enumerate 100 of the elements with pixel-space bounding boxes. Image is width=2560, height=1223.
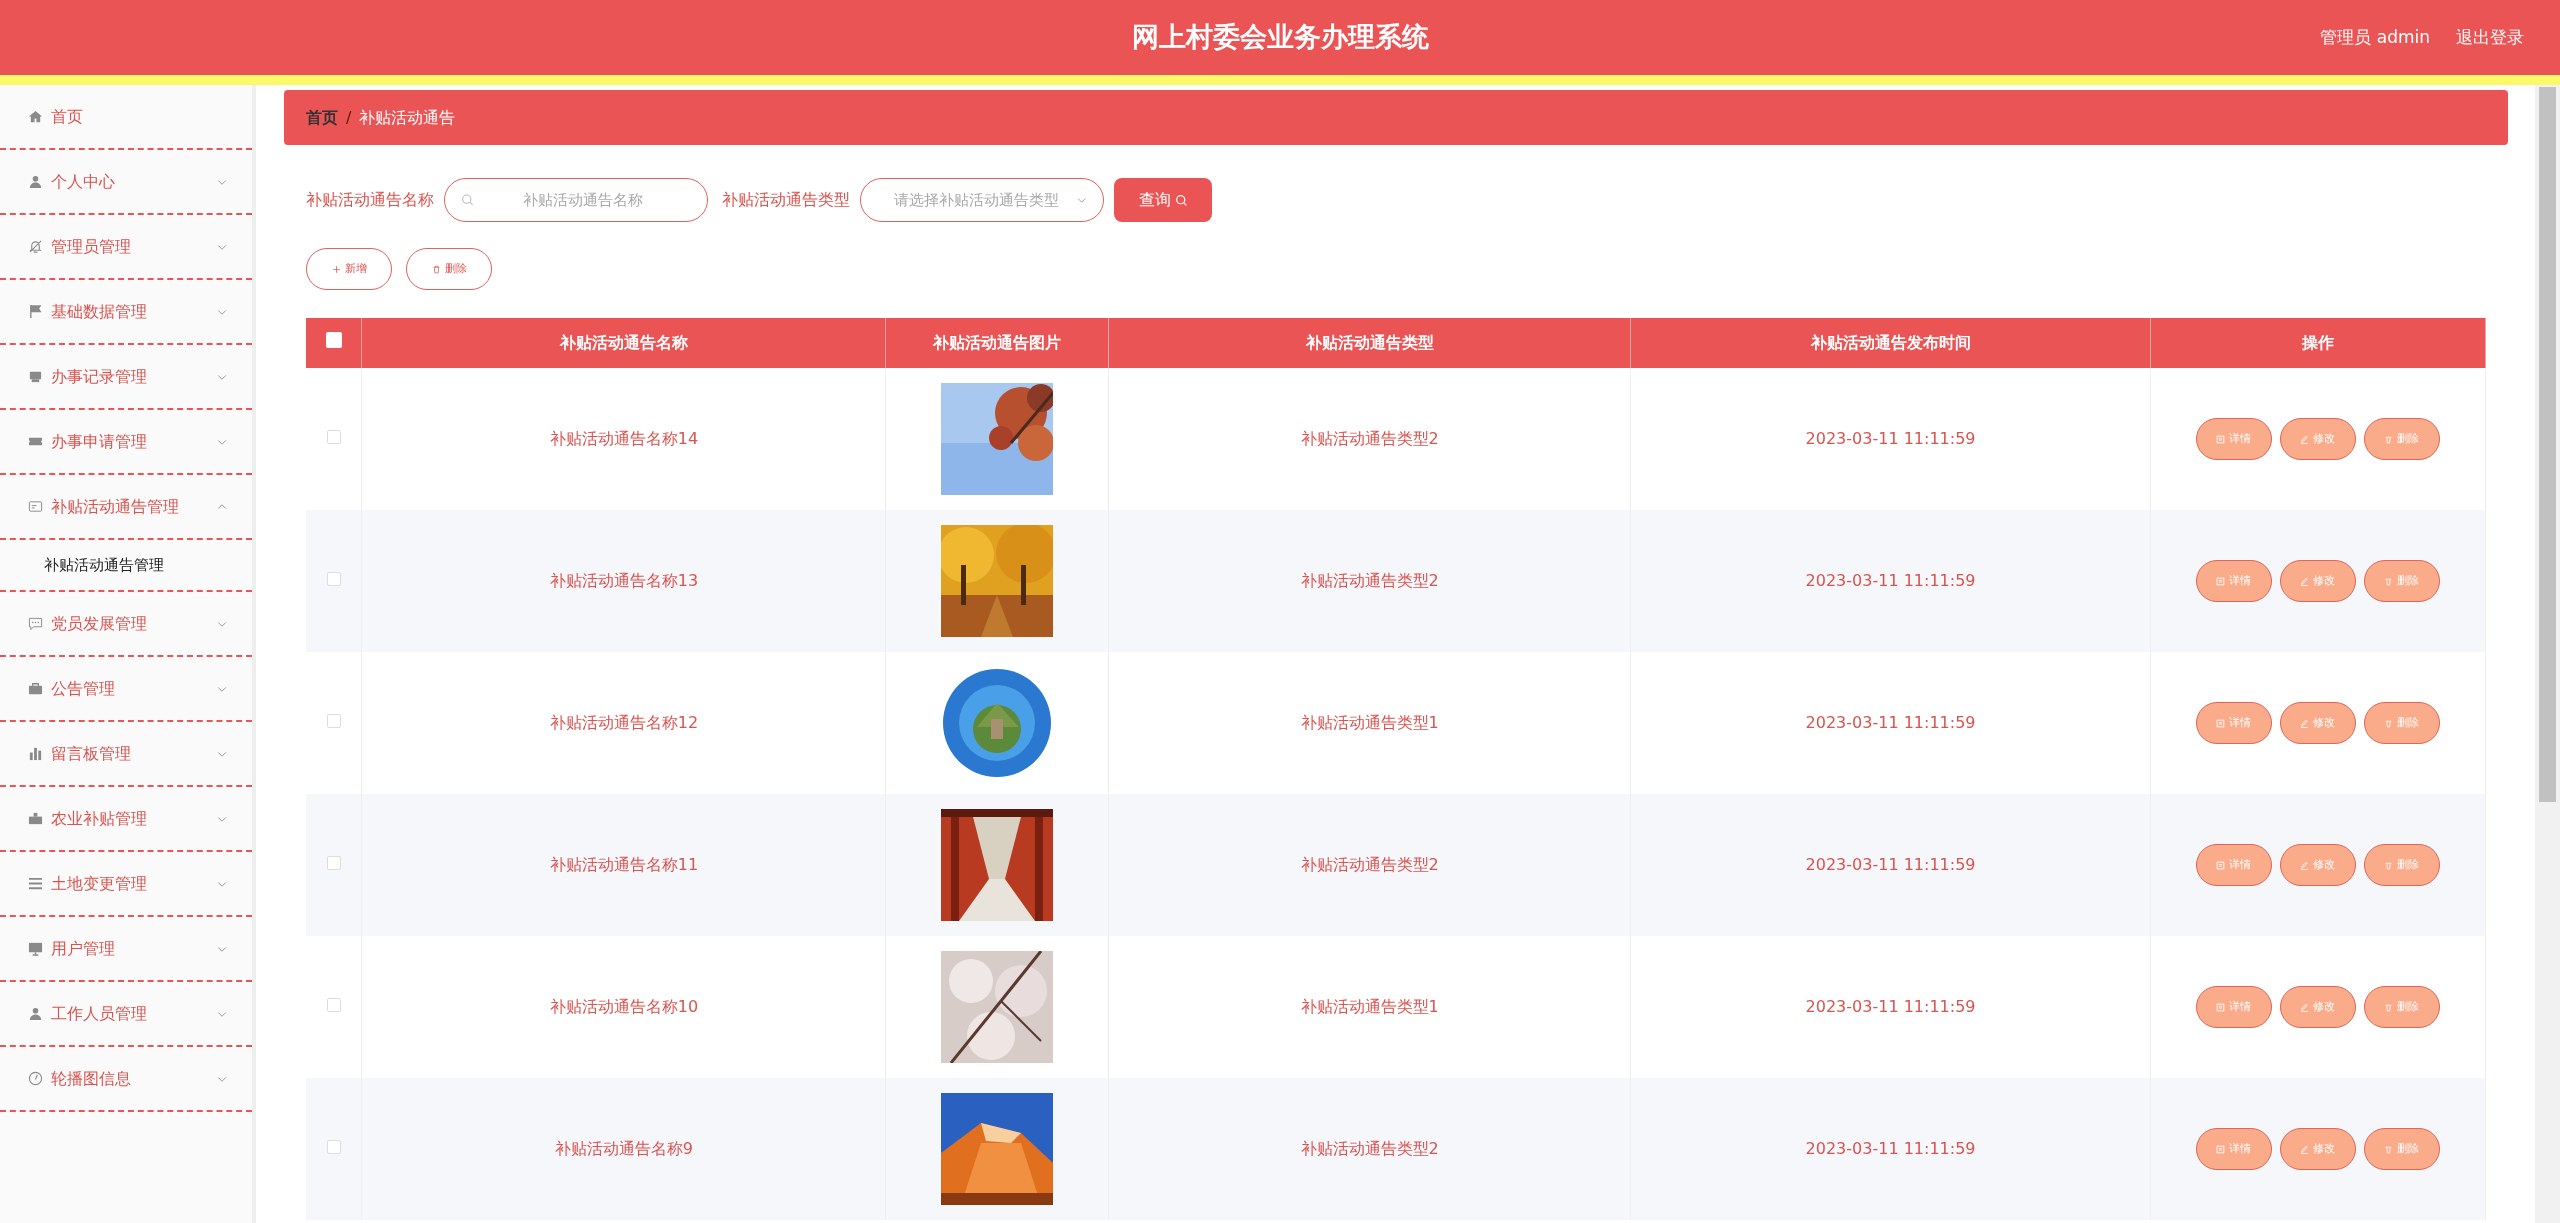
row-checkbox[interactable] <box>326 572 341 586</box>
row-checkbox[interactable] <box>326 856 341 870</box>
monitor-icon <box>28 941 43 956</box>
edit-button[interactable]: 修改 <box>2280 844 2356 886</box>
row-checkbox[interactable] <box>326 1140 341 1154</box>
sidebar-item[interactable]: 用户管理 <box>0 917 252 982</box>
document-icon <box>2216 434 2226 444</box>
sidebar-item[interactable]: 补贴活动通告管理 <box>0 475 252 540</box>
home-icon <box>28 109 43 124</box>
row-checkbox[interactable] <box>326 430 341 444</box>
person-icon <box>28 174 43 189</box>
pencil-icon <box>2300 860 2310 870</box>
gauge-icon <box>28 1071 43 1086</box>
card-icon <box>28 499 43 514</box>
table-cell: 2023-03-11 11:11:59 <box>1805 1139 1976 1158</box>
document-icon <box>2216 1002 2226 1012</box>
sidebar-item-label: 用户管理 <box>51 937 116 960</box>
trash-icon <box>2384 1002 2394 1012</box>
table-cell: 2023-03-11 11:11:59 <box>1805 855 1976 874</box>
query-button[interactable]: 查询 <box>1114 178 1212 222</box>
breadcrumb-link[interactable]: 首页 <box>306 105 338 130</box>
pencil-icon <box>2300 1002 2310 1012</box>
sidebar-item[interactable]: 土地变更管理 <box>0 852 252 917</box>
sidebar-item-label: 首页 <box>51 105 84 128</box>
table-cell: 补贴活动通告名称10 <box>549 997 699 1016</box>
column-header: 操作 <box>2302 333 2334 352</box>
logout-link[interactable]: 退出登录 <box>2456 24 2524 51</box>
delete-button[interactable]: 删除 <box>2364 1128 2440 1170</box>
scrollbar[interactable] <box>2535 85 2560 1223</box>
user-label: 管理员 admin <box>2320 25 2430 49</box>
row-checkbox[interactable] <box>326 998 341 1012</box>
edit-button[interactable]: 修改 <box>2280 986 2356 1028</box>
sidebar-item-label: 办事申请管理 <box>51 430 148 453</box>
search-label: 补贴活动通告类型 <box>722 189 850 211</box>
details-button[interactable]: 详情 <box>2196 560 2272 602</box>
trash-icon <box>431 264 441 274</box>
sidebar-item-label: 基础数据管理 <box>51 300 148 323</box>
search-input[interactable]: 补贴活动通告名称 <box>474 187 691 213</box>
sidebar-item[interactable]: 管理员管理 <box>0 215 252 280</box>
sidebar-item[interactable]: 公告管理 <box>0 657 252 722</box>
pencil-icon <box>2300 576 2310 586</box>
edit-button[interactable]: 修改 <box>2280 560 2356 602</box>
table-cell: 补贴活动通告类型1 <box>1300 713 1439 732</box>
edit-button[interactable]: 修改 <box>2280 702 2356 744</box>
delete-button[interactable]: 删除 <box>2364 844 2440 886</box>
delete-button[interactable]: 删除 <box>2364 560 2440 602</box>
edit-button[interactable]: 修改 <box>2280 418 2356 460</box>
type-select[interactable]: 请选择补贴活动通告类型 <box>860 178 1104 222</box>
bar-chart-icon <box>28 746 43 761</box>
details-button[interactable]: 详情 <box>2196 844 2272 886</box>
delete-button[interactable]: 删除 <box>2364 986 2440 1028</box>
document-icon <box>2216 718 2226 728</box>
row-checkbox[interactable] <box>326 714 341 728</box>
sidebar-item[interactable]: 留言板管理 <box>0 722 252 787</box>
chat-icon <box>28 616 43 631</box>
sidebar-item[interactable]: 工作人员管理 <box>0 982 252 1047</box>
sidebar-item-label: 个人中心 <box>51 170 116 193</box>
table-cell: 2023-03-11 11:11:59 <box>1805 429 1976 448</box>
printer-icon <box>28 369 43 384</box>
column-header: 补贴活动通告名称 <box>559 333 688 352</box>
briefcase-icon <box>28 681 43 696</box>
table-cell: 补贴活动通告名称14 <box>549 429 699 448</box>
add-button[interactable]: 新增 <box>306 248 392 290</box>
table-cell: 补贴活动通告类型2 <box>1300 1139 1439 1158</box>
details-button[interactable]: 详情 <box>2196 418 2272 460</box>
table-cell: 补贴活动通告名称12 <box>549 713 699 732</box>
delete-button[interactable]: 删除 <box>2364 418 2440 460</box>
select-all-checkbox[interactable] <box>325 332 342 348</box>
details-button[interactable]: 详情 <box>2196 986 2272 1028</box>
pencil-icon <box>2300 718 2310 728</box>
sidebar-item-label: 办事记录管理 <box>51 365 148 388</box>
app-title: 网上村委会业务办理系统 <box>1131 20 1429 55</box>
sidebar-item[interactable]: 基础数据管理 <box>0 280 252 345</box>
details-button[interactable]: 详情 <box>2196 702 2272 744</box>
delete-button[interactable]: 删除 <box>406 248 492 290</box>
search-field[interactable]: 补贴活动通告名称 <box>444 178 708 222</box>
sidebar-item-label: 轮播图信息 <box>51 1067 132 1090</box>
document-icon <box>2216 860 2226 870</box>
sidebar-item-label: 党员发展管理 <box>51 612 148 635</box>
column-header: 补贴活动通告发布时间 <box>1810 333 1971 352</box>
edit-button[interactable]: 修改 <box>2280 1128 2356 1170</box>
table-cell: 补贴活动通告名称11 <box>549 855 699 874</box>
sidebar-item[interactable]: 办事记录管理 <box>0 345 252 410</box>
submenu-item[interactable]: 补贴活动通告管理 <box>0 540 252 592</box>
sidebar-item[interactable]: 党员发展管理 <box>0 592 252 657</box>
delete-button[interactable]: 删除 <box>2364 702 2440 744</box>
sidebar-item[interactable]: 轮播图信息 <box>0 1047 252 1112</box>
details-button[interactable]: 详情 <box>2196 1128 2272 1170</box>
person-icon <box>28 1006 43 1021</box>
select-input[interactable]: 请选择补贴活动通告类型 <box>877 187 1076 213</box>
trash-icon <box>2384 576 2394 586</box>
sidebar-item[interactable]: 个人中心 <box>0 150 252 215</box>
breadcrumb-separator: / <box>346 106 352 129</box>
table-cell: 补贴活动通告名称13 <box>549 571 699 590</box>
pencil-icon <box>2300 1144 2310 1154</box>
sidebar-item[interactable]: 办事申请管理 <box>0 410 252 475</box>
breadcrumb-current: 补贴活动通告 <box>359 106 456 129</box>
sidebar-item[interactable]: 首页 <box>0 85 252 150</box>
trash-icon <box>2384 434 2394 444</box>
sidebar-item[interactable]: 农业补贴管理 <box>0 787 252 852</box>
